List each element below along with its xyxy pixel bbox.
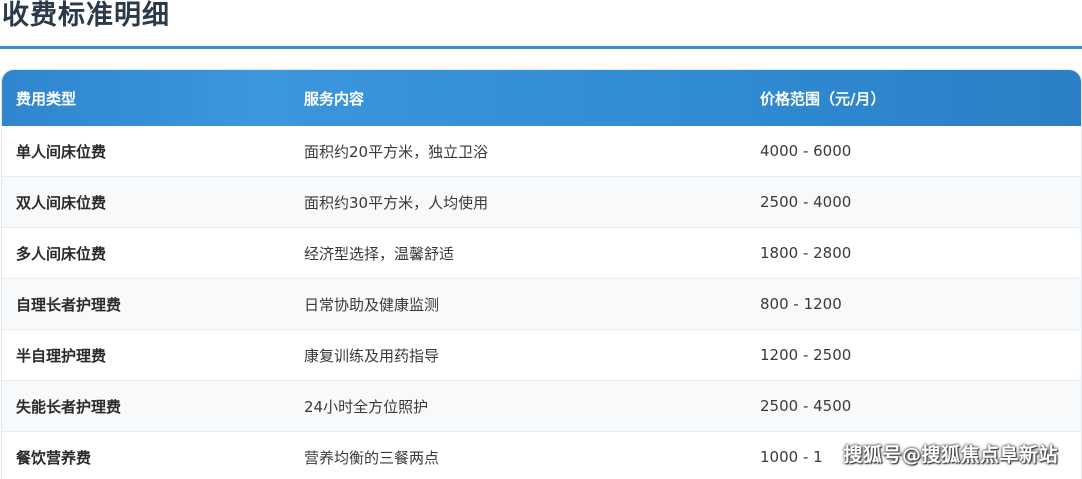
fee-table: 费用类型 服务内容 价格范围（元/月） 单人间床位费 面积约20平方米，独立卫浴… (2, 70, 1081, 479)
table-row: 失能长者护理费 24小时全方位照护 2500 - 4500 (2, 380, 1081, 432)
fee-table-body: 单人间床位费 面积约20平方米，独立卫浴 4000 - 6000 双人间床位费 … (2, 126, 1081, 479)
price-range-cell: 1200 - 2500 (745, 329, 1081, 381)
price-range-cell: 4000 - 6000 (745, 126, 1081, 177)
fee-type-cell: 单人间床位费 (2, 126, 289, 177)
fee-table-header: 费用类型 服务内容 价格范围（元/月） (2, 70, 1081, 126)
service-content-cell: 面积约30平方米，人均使用 (289, 176, 745, 228)
fee-type-cell: 半自理护理费 (2, 329, 289, 381)
fee-type-cell: 多人间床位费 (2, 227, 289, 279)
service-content-cell: 经济型选择，温馨舒适 (289, 227, 745, 279)
header-service-content: 服务内容 (289, 70, 745, 126)
header-price-range: 价格范围（元/月） (745, 70, 1081, 126)
fee-table-container: 费用类型 服务内容 价格范围（元/月） 单人间床位费 面积约20平方米，独立卫浴… (2, 70, 1081, 479)
page-title: 收费标准明细 (2, 0, 170, 31)
service-content-cell: 康复训练及用药指导 (289, 329, 745, 381)
service-content-cell: 面积约20平方米，独立卫浴 (289, 126, 745, 177)
price-range-cell: 1800 - 2800 (745, 227, 1081, 279)
fee-type-cell: 失能长者护理费 (2, 380, 289, 432)
header-row: 费用类型 服务内容 价格范围（元/月） (2, 70, 1081, 126)
watermark-text: 搜狐号@搜狐焦点阜新站 (843, 444, 1058, 466)
price-range-cell: 800 - 1200 (745, 278, 1081, 330)
table-row: 半自理护理费 康复训练及用药指导 1200 - 2500 (2, 329, 1081, 381)
header-fee-type: 费用类型 (2, 70, 289, 126)
price-range-cell: 2500 - 4000 (745, 176, 1081, 228)
fee-type-cell: 双人间床位费 (2, 176, 289, 228)
page: 收费标准明细 费用类型 服务内容 价格范围（元/月） 单人间床位费 面积约20平… (0, 0, 1082, 479)
table-row: 多人间床位费 经济型选择，温馨舒适 1800 - 2800 (2, 227, 1081, 279)
table-row: 单人间床位费 面积约20平方米，独立卫浴 4000 - 6000 (2, 126, 1081, 177)
price-range-cell: 2500 - 4500 (745, 380, 1081, 432)
service-content-cell: 日常协助及健康监测 (289, 278, 745, 330)
fee-type-cell: 自理长者护理费 (2, 278, 289, 330)
table-row: 双人间床位费 面积约30平方米，人均使用 2500 - 4000 (2, 176, 1081, 228)
title-divider (0, 46, 1082, 49)
service-content-cell: 营养均衡的三餐两点 (289, 431, 745, 479)
fee-type-cell: 餐饮营养费 (2, 431, 289, 479)
service-content-cell: 24小时全方位照护 (289, 380, 745, 432)
table-row: 自理长者护理费 日常协助及健康监测 800 - 1200 (2, 278, 1081, 330)
